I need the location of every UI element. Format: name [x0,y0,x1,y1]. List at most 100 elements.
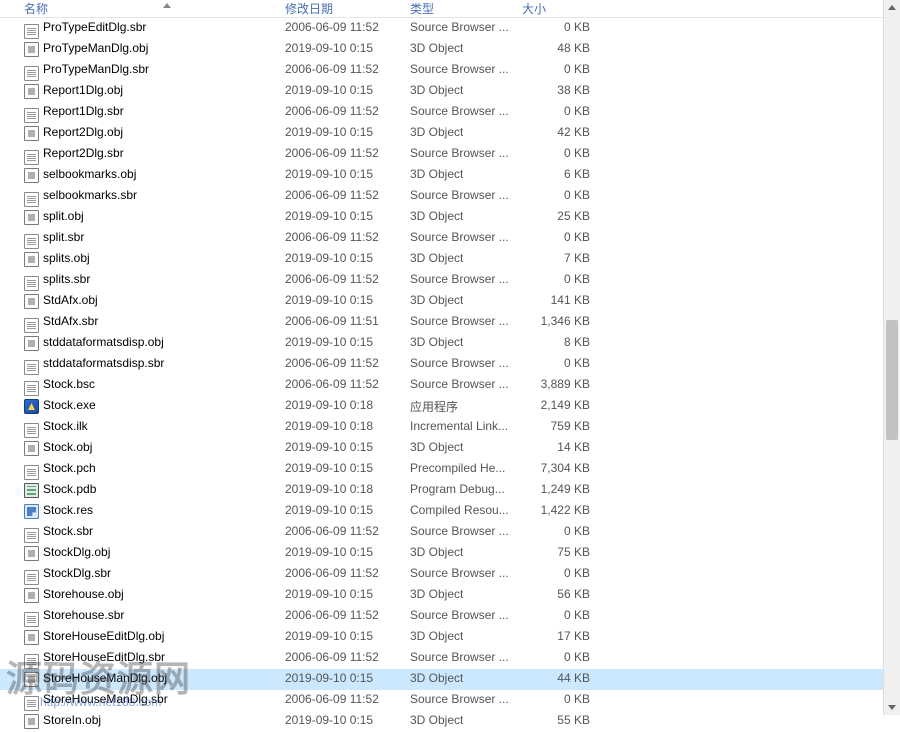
file-date: 2019-09-10 0:18 [285,419,373,433]
file-row[interactable]: StdAfx.obj2019-09-10 0:153D Object141 KB [0,291,900,312]
file-row[interactable]: StoreHouseEditDlg.sbr2006-06-09 11:52Sou… [0,648,900,669]
file-row[interactable]: selbookmarks.sbr2006-06-09 11:52Source B… [0,186,900,207]
file-name: StoreHouseManDlg.obj [43,671,167,685]
file-row[interactable]: Stock.res2019-09-10 0:15Compiled Resou..… [0,501,900,522]
header-size[interactable]: 大小 [522,0,546,17]
page-icon [24,696,39,711]
file-row[interactable]: Storehouse.obj2019-09-10 0:153D Object56… [0,585,900,606]
header-date[interactable]: 修改日期 [285,0,333,17]
file-type: Source Browser ... [410,608,509,622]
file-row[interactable]: StoreHouseEditDlg.obj2019-09-10 0:153D O… [0,627,900,648]
obj-icon [24,588,39,603]
vertical-scrollbar[interactable] [883,0,900,715]
file-type: 3D Object [410,545,463,559]
file-row[interactable]: stddataformatsdisp.obj2019-09-10 0:153D … [0,333,900,354]
page-icon [24,192,39,207]
file-row[interactable]: Stock.sbr2006-06-09 11:52Source Browser … [0,522,900,543]
file-row[interactable]: split.obj2019-09-10 0:153D Object25 KB [0,207,900,228]
file-row[interactable]: stddataformatsdisp.sbr2006-06-09 11:52So… [0,354,900,375]
file-name: Stock.pch [43,461,96,475]
file-row[interactable]: Stock.exe2019-09-10 0:18应用程序2,149 KB [0,396,900,417]
file-size: 48 KB [557,41,590,55]
file-date: 2019-09-10 0:15 [285,83,373,97]
file-row[interactable]: StdAfx.sbr2006-06-09 11:51Source Browser… [0,312,900,333]
file-row[interactable]: splits.obj2019-09-10 0:153D Object7 KB [0,249,900,270]
file-name: selbookmarks.obj [43,167,136,181]
file-name: Stock.bsc [43,377,95,391]
page-icon [24,66,39,81]
file-row[interactable]: ProTypeManDlg.sbr2006-06-09 11:52Source … [0,60,900,81]
page-icon [24,108,39,123]
file-name: Stock.ilk [43,419,88,433]
page-icon [24,465,39,480]
file-type: Source Browser ... [410,272,509,286]
file-date: 2006-06-09 11:52 [285,692,379,706]
file-size: 759 KB [551,419,590,433]
header-type[interactable]: 类型 [410,0,434,17]
file-row[interactable]: Stock.pch2019-09-10 0:15Precompiled He..… [0,459,900,480]
file-date: 2006-06-09 11:52 [285,524,379,538]
header-name[interactable]: 名称 [24,0,48,17]
obj-icon [24,42,39,57]
file-date: 2019-09-10 0:18 [285,482,373,496]
file-size: 17 KB [557,629,590,643]
file-name: ProTypeManDlg.obj [43,41,148,55]
file-row[interactable]: selbookmarks.obj2019-09-10 0:153D Object… [0,165,900,186]
file-size: 75 KB [557,545,590,559]
file-name: split.obj [43,209,84,223]
file-row[interactable]: Report1Dlg.obj2019-09-10 0:153D Object38… [0,81,900,102]
file-row[interactable]: Stock.pdb2019-09-10 0:18Program Debug...… [0,480,900,501]
file-date: 2019-09-10 0:15 [285,251,373,265]
file-name: StdAfx.sbr [43,314,98,328]
page-icon [24,654,39,669]
file-date: 2019-09-10 0:18 [285,398,373,412]
file-row[interactable]: StoreHouseManDlg.obj2019-09-10 0:153D Ob… [0,669,900,690]
file-row[interactable]: StoreHouseManDlg.sbr2006-06-09 11:52Sour… [0,690,900,711]
file-row[interactable]: ProTypeManDlg.obj2019-09-10 0:153D Objec… [0,39,900,60]
page-icon [24,381,39,396]
file-name: StoreHouseEditDlg.sbr [43,650,165,664]
file-date: 2019-09-10 0:15 [285,41,373,55]
file-size: 0 KB [564,356,590,370]
file-row[interactable]: StockDlg.sbr2006-06-09 11:52Source Brows… [0,564,900,585]
file-type: 3D Object [410,125,463,139]
scroll-up-icon[interactable] [888,5,896,10]
file-size: 56 KB [557,587,590,601]
file-type: 3D Object [410,335,463,349]
file-date: 2019-09-10 0:15 [285,440,373,454]
file-type: Source Browser ... [410,188,509,202]
file-row[interactable]: Report1Dlg.sbr2006-06-09 11:52Source Bro… [0,102,900,123]
file-row[interactable]: splits.sbr2006-06-09 11:52Source Browser… [0,270,900,291]
file-row[interactable]: Storehouse.sbr2006-06-09 11:52Source Bro… [0,606,900,627]
file-date: 2006-06-09 11:52 [285,62,379,76]
scroll-thumb[interactable] [886,320,898,440]
file-date: 2019-09-10 0:15 [285,125,373,139]
file-size: 7,304 KB [541,461,590,475]
file-date: 2006-06-09 11:52 [285,566,379,580]
file-size: 0 KB [564,146,590,160]
sort-ascending-icon [163,3,171,8]
file-name: Report2Dlg.sbr [43,146,124,160]
file-row[interactable]: Report2Dlg.obj2019-09-10 0:153D Object42… [0,123,900,144]
file-row[interactable]: Stock.ilk2019-09-10 0:18Incremental Link… [0,417,900,438]
file-row[interactable]: StoreIn.obj2019-09-10 0:153D Object55 KB [0,711,900,732]
file-row[interactable]: ProTypeEditDlg.sbr2006-06-09 11:52Source… [0,18,900,39]
file-row[interactable]: split.sbr2006-06-09 11:52Source Browser … [0,228,900,249]
file-type: 应用程序 [410,398,458,415]
obj-icon [24,294,39,309]
file-row[interactable]: Stock.obj2019-09-10 0:153D Object14 KB [0,438,900,459]
file-date: 2006-06-09 11:52 [285,146,379,160]
page-icon [24,318,39,333]
file-row[interactable]: Stock.bsc2006-06-09 11:52Source Browser … [0,375,900,396]
obj-icon [24,84,39,99]
file-row[interactable]: Report2Dlg.sbr2006-06-09 11:52Source Bro… [0,144,900,165]
scroll-down-icon[interactable] [888,705,896,710]
res-icon [24,504,39,519]
file-size: 25 KB [557,209,590,223]
file-row[interactable]: StockDlg.obj2019-09-10 0:153D Object75 K… [0,543,900,564]
column-header-row[interactable]: 名称 修改日期 类型 大小 [0,0,900,18]
obj-icon [24,168,39,183]
file-date: 2019-09-10 0:15 [285,671,373,685]
file-name: Stock.res [43,503,93,517]
obj-icon [24,441,39,456]
